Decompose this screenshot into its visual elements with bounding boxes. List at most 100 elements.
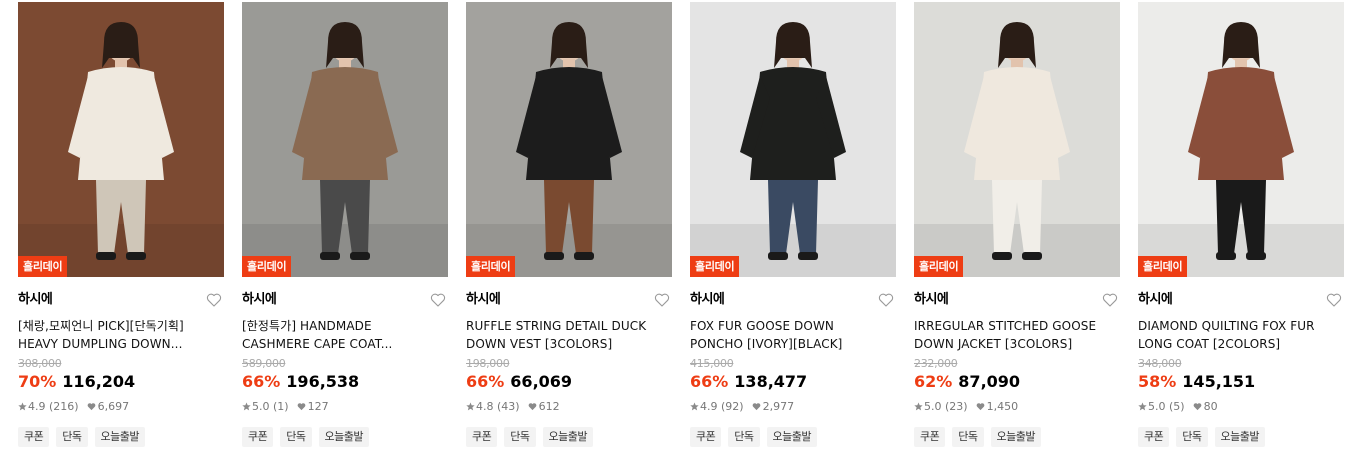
original-price: 198,000 [466,357,510,370]
tag-chip[interactable]: 단독 [1176,427,1208,447]
product-name[interactable]: [채랑,모찌언니 PICK][단독기획] HEAVY DUMPLING DOWN… [18,317,224,353]
product-name-line1: [한정특가] HANDMADE [242,319,372,333]
sale-price: 116,204 [62,372,136,391]
discount-rate: 62% [914,372,953,391]
original-price: 589,000 [242,357,286,370]
product-image[interactable]: 홀리데이 [690,2,896,277]
product-name[interactable]: DIAMOND QUILTING FOX FUR LONG COAT [2COL… [1138,317,1344,353]
tag-chip[interactable]: 오늘출발 [542,427,593,447]
heart-icon[interactable] [654,292,670,308]
holiday-badge: 홀리데이 [914,256,964,277]
tag-chip[interactable]: 오늘출발 [1214,427,1265,447]
likes-count: 612 [538,400,560,413]
heart-icon[interactable] [430,292,446,308]
brand-name[interactable]: 하시에 [914,288,1120,312]
tag-chip[interactable]: 단독 [504,427,536,447]
product-card[interactable]: 홀리데이 하시에 [채랑,모찌언니 PICK][단독기획] HEAVY DUMP… [18,2,224,447]
price-row: 58% 145,151 [1138,371,1344,393]
tag-list: 쿠폰 단독 오늘출발 [914,425,1120,447]
brand-name[interactable]: 하시에 [690,288,896,312]
heart-icon[interactable] [1102,292,1118,308]
original-price: 308,000 [18,357,62,370]
star-icon [466,402,475,411]
review-meta: 5.0 (1) 127 [242,400,448,414]
product-photo [242,2,448,277]
tag-list: 쿠폰 단독 오늘출발 [690,425,896,447]
sale-price: 196,538 [286,372,360,391]
tag-chip[interactable]: 단독 [952,427,984,447]
tag-chip[interactable]: 오늘출발 [94,427,145,447]
star-icon [1138,402,1147,411]
product-image[interactable]: 홀리데이 [242,2,448,277]
price-row: 62% 87,090 [914,371,1120,393]
likes-count: 6,697 [97,400,130,413]
tag-chip[interactable]: 쿠폰 [690,427,722,447]
holiday-badge: 홀리데이 [242,256,292,277]
heart-icon[interactable] [206,292,222,308]
tag-list: 쿠폰 단독 오늘출발 [242,425,448,447]
tag-chip[interactable]: 쿠폰 [914,427,946,447]
product-photo [690,2,896,277]
review-meta: 4.9 (92) 2,977 [690,400,896,414]
tag-chip[interactable]: 오늘출발 [990,427,1041,447]
tag-chip[interactable]: 오늘출발 [766,427,817,447]
tag-list: 쿠폰 단독 오늘출발 [18,425,224,447]
price-row: 66% 196,538 [242,371,448,393]
tag-chip[interactable]: 쿠폰 [466,427,498,447]
product-name[interactable]: RUFFLE STRING DETAIL DUCK DOWN VEST [3CO… [466,317,672,353]
product-name[interactable]: FOX FUR GOOSE DOWN PONCHO [IVORY][BLACK] [690,317,896,353]
rating-text: 4.8 (43) [476,400,520,413]
tag-chip[interactable]: 단독 [56,427,88,447]
product-card[interactable]: 홀리데이 하시에 DIAMOND QUILTING FOX FUR LONG C… [1138,2,1344,447]
discount-rate: 70% [18,372,57,391]
product-grid: 홀리데이 하시에 [채랑,모찌언니 PICK][단독기획] HEAVY DUMP… [0,0,1354,471]
product-name-line2: LONG COAT [2COLORS] [1138,337,1281,351]
product-name[interactable]: [한정특가] HANDMADE CASHMERE CAPE COAT... [242,317,448,353]
heart-icon[interactable] [878,292,894,308]
product-card[interactable]: 홀리데이 하시에 RUFFLE STRING DETAIL DUCK DOWN … [466,2,672,447]
likes-count: 127 [307,400,329,413]
tag-chip[interactable]: 쿠폰 [242,427,274,447]
tag-chip[interactable]: 쿠폰 [1138,427,1170,447]
rating-text: 5.0 (1) [252,400,289,413]
product-card[interactable]: 홀리데이 하시에 IRREGULAR STITCHED GOOSE DOWN J… [914,2,1120,447]
price-row: 70% 116,204 [18,371,224,393]
review-meta: 4.8 (43) 612 [466,400,672,414]
product-name-line1: [채랑,모찌언니 PICK][단독기획] [18,319,184,333]
product-name-line1: FOX FUR GOOSE DOWN [690,319,834,333]
review-meta: 5.0 (23) 1,450 [914,400,1120,414]
sale-price: 138,477 [734,372,808,391]
product-card[interactable]: 홀리데이 하시에 [한정특가] HANDMADE CASHMERE CAPE C… [242,2,448,447]
product-card[interactable]: 홀리데이 하시에 FOX FUR GOOSE DOWN PONCHO [IVOR… [690,2,896,447]
star-icon [18,402,27,411]
holiday-badge: 홀리데이 [1138,256,1188,277]
brand-name[interactable]: 하시에 [242,288,448,312]
brand-name[interactable]: 하시에 [466,288,672,312]
product-image[interactable]: 홀리데이 [466,2,672,277]
original-price: 232,000 [914,357,958,370]
product-name-line2: DOWN JACKET [3COLORS] [914,337,1073,351]
tag-chip[interactable]: 단독 [280,427,312,447]
tag-list: 쿠폰 단독 오늘출발 [466,425,672,447]
brand-name[interactable]: 하시에 [1138,288,1344,312]
tag-chip[interactable]: 오늘출발 [318,427,369,447]
original-price: 415,000 [690,357,734,370]
product-image[interactable]: 홀리데이 [914,2,1120,277]
tag-chip[interactable]: 단독 [728,427,760,447]
product-image[interactable]: 홀리데이 [18,2,224,277]
product-name-line2: PONCHO [IVORY][BLACK] [690,337,843,351]
discount-rate: 66% [690,372,729,391]
product-name[interactable]: IRREGULAR STITCHED GOOSE DOWN JACKET [3C… [914,317,1120,353]
heart-icon[interactable] [1326,292,1342,308]
holiday-badge: 홀리데이 [690,256,740,277]
product-photo [18,2,224,277]
star-icon [914,402,923,411]
product-name-line2: HEAVY DUMPLING DOWN... [18,337,183,351]
likes-count: 1,450 [986,400,1019,413]
product-image[interactable]: 홀리데이 [1138,2,1344,277]
tag-chip[interactable]: 쿠폰 [18,427,50,447]
price-row: 66% 138,477 [690,371,896,393]
heart-filled-icon [752,402,761,411]
heart-filled-icon [528,402,537,411]
brand-name[interactable]: 하시에 [18,288,224,312]
